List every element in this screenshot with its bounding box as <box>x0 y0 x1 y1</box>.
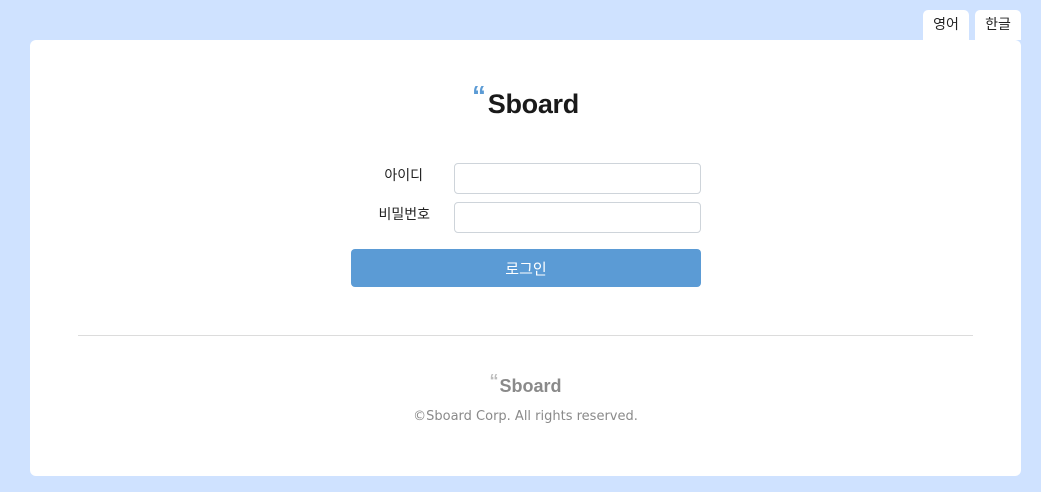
brand-name: Sboard <box>487 89 580 119</box>
footer-logo: “Sboard <box>30 371 1021 397</box>
login-button[interactable]: 로그인 <box>351 249 701 287</box>
quote-icon: “ <box>472 80 486 111</box>
id-label: 아이디 <box>384 168 423 184</box>
id-input[interactable] <box>454 163 701 194</box>
footer-quote-icon: “ <box>489 371 499 391</box>
password-label: 비밀번호 <box>378 207 430 223</box>
language-tab-korean[interactable]: 한글 <box>975 10 1021 40</box>
language-tab-english[interactable]: 영어 <box>923 10 969 40</box>
divider <box>78 335 973 336</box>
password-input[interactable] <box>454 202 701 233</box>
brand-logo: “Sboard <box>30 80 1021 120</box>
footer-brand-name: Sboard <box>499 376 562 396</box>
copyright-text: ©Sboard Corp. All rights reserved. <box>413 409 638 424</box>
login-card: “Sboard 아이디 비밀번호 로그인 “Sboard ©Sboard Cor… <box>30 40 1021 476</box>
